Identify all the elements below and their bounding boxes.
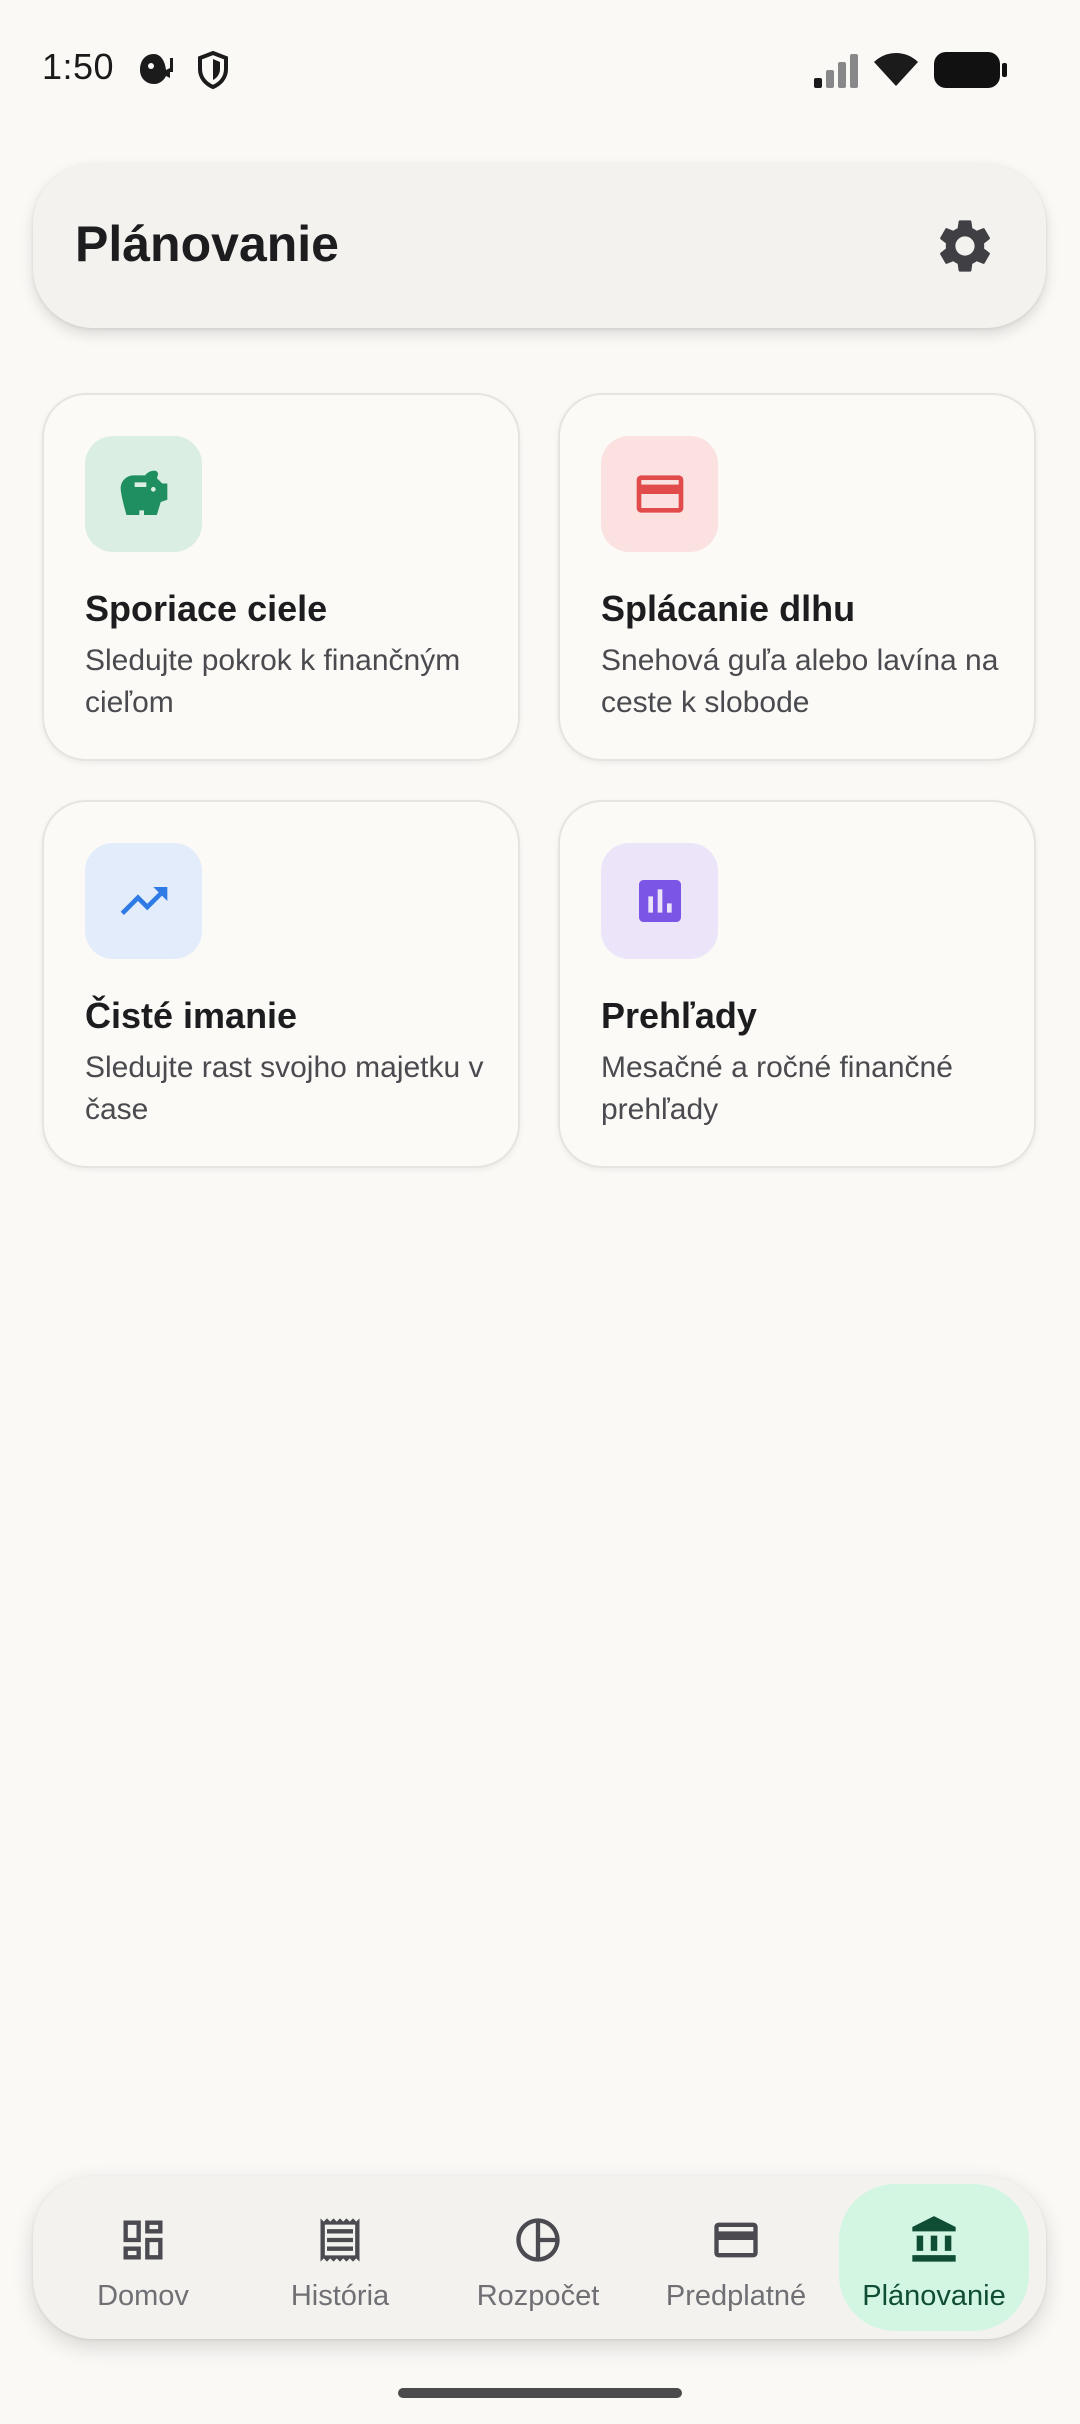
- settings-button[interactable]: [933, 214, 997, 278]
- nav-item-predplatne[interactable]: Predplatné: [641, 2176, 831, 2339]
- nav-item-rozpocet[interactable]: Rozpočet: [443, 2176, 633, 2339]
- trending-up-icon: [120, 887, 167, 915]
- card-description: Mesačné a ročné finančné prehľady: [601, 1051, 953, 1126]
- piggy-bank-icon: [120, 470, 167, 515]
- bar-chart-icon: [638, 880, 681, 922]
- card-debt-repayment[interactable]: Splácanie dlhu Snehová guľa alebo lavína…: [558, 393, 1036, 761]
- dashboard-icon: [123, 2220, 163, 2260]
- card-icon-box: [85, 843, 202, 959]
- card-icon-box: [601, 436, 718, 552]
- card-icon: [714, 2222, 758, 2258]
- card-title: Sporiace ciele: [85, 588, 328, 629]
- card-title: Čisté imanie: [85, 995, 298, 1036]
- pie-chart-icon: [516, 2218, 560, 2262]
- card-overviews[interactable]: Prehľady Mesačné a ročné finančné prehľa…: [558, 800, 1036, 1168]
- nav-item-domov[interactable]: Domov: [48, 2176, 238, 2339]
- status-time: 1:50: [42, 46, 115, 87]
- card-title: Splácanie dlhu: [601, 588, 856, 629]
- battery-icon: [934, 52, 1007, 88]
- status-bar: 1:50: [0, 0, 1080, 140]
- shield-icon: [198, 50, 228, 90]
- nav-label: Domov: [97, 2280, 189, 2312]
- card-savings-goals[interactable]: Sporiace ciele Sledujte pokrok k finančn…: [42, 393, 520, 761]
- bottom-navigation: Domov História Rozpočet Predplatné Pláno…: [33, 2176, 1046, 2339]
- notification-icon: [140, 54, 173, 84]
- page-title: Plánovanie: [75, 216, 339, 272]
- card-title: Prehľady: [601, 995, 757, 1036]
- wifi-icon: [874, 53, 918, 86]
- card-icon-box: [85, 436, 202, 552]
- credit-card-icon: [636, 475, 683, 513]
- card-description: Sledujte rast svojho majetku v čase: [85, 1051, 484, 1126]
- home-indicator[interactable]: [398, 2388, 682, 2398]
- bank-icon: [912, 2216, 956, 2262]
- app-header: Plánovanie: [33, 164, 1046, 328]
- card-net-worth[interactable]: Čisté imanie Sledujte rast svojho majetk…: [42, 800, 520, 1168]
- nav-item-historia[interactable]: História: [245, 2176, 435, 2339]
- cellular-signal-icon: [814, 54, 858, 88]
- nav-label: Rozpočet: [476, 2280, 600, 2312]
- gear-icon: [940, 220, 990, 272]
- nav-label: Plánovanie: [862, 2280, 1006, 2312]
- card-icon-box: [601, 843, 718, 959]
- card-description: Sledujte pokrok k finančným cieľom: [85, 644, 461, 719]
- nav-label: Predplatné: [665, 2280, 807, 2312]
- receipt-icon: [320, 2218, 360, 2262]
- card-description: Snehová guľa alebo lavína na ceste k slo…: [601, 644, 999, 719]
- nav-item-planovanie[interactable]: Plánovanie: [839, 2176, 1029, 2339]
- nav-label: História: [290, 2280, 390, 2312]
